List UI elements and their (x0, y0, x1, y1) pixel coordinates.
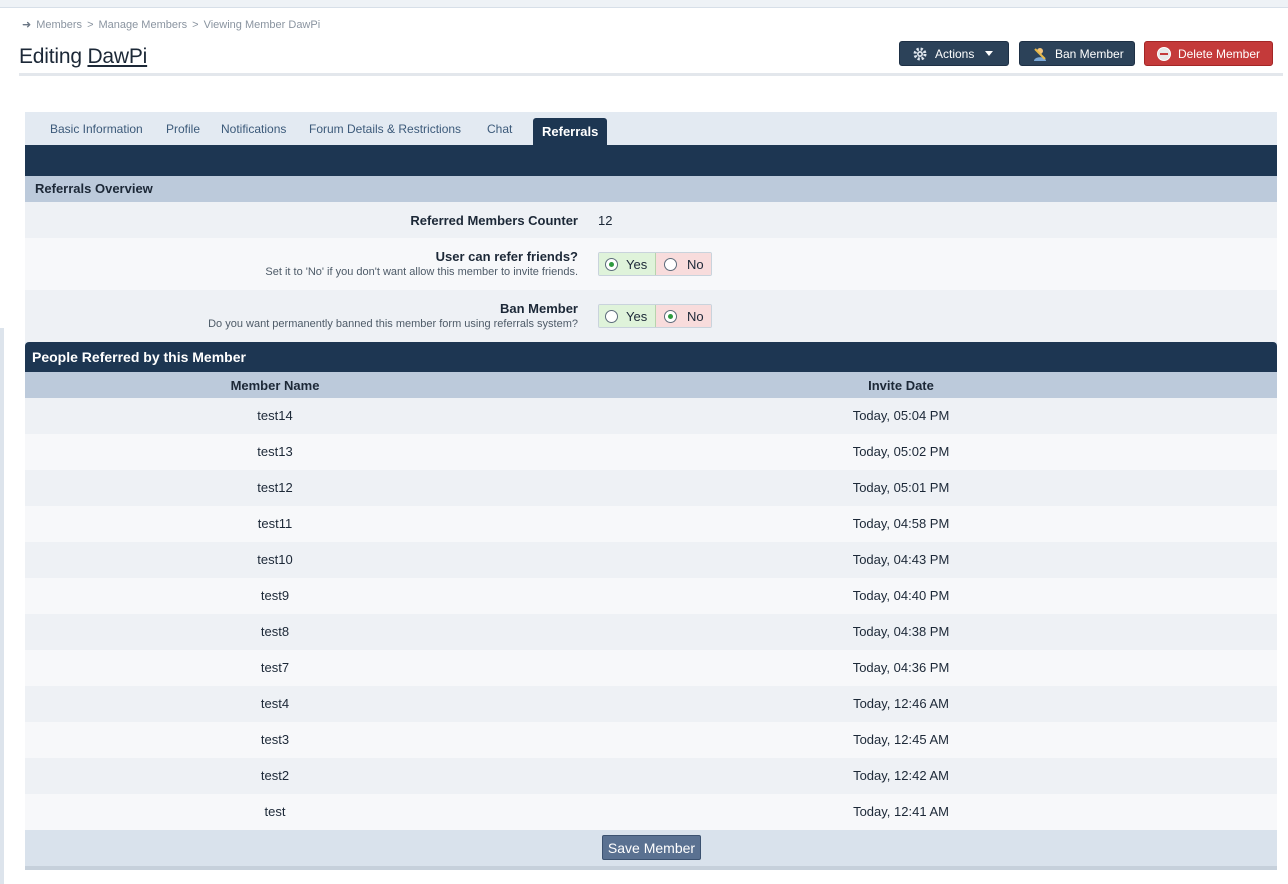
member-name-cell[interactable]: test (25, 804, 525, 819)
refer-friends-yes-radio[interactable] (605, 257, 618, 271)
no-label: No (687, 256, 704, 272)
invite-date-cell: Today, 12:41 AM (853, 804, 949, 819)
ban-referrals-row: Ban Member Do you want permanently banne… (25, 290, 1277, 342)
table-row: test10 Today, 04:43 PM (25, 542, 1277, 578)
table-row: test7 Today, 04:36 PM (25, 650, 1277, 686)
member-name-cell[interactable]: test3 (25, 732, 525, 747)
refer-friends-label: User can refer friends? (435, 249, 578, 264)
table-row: test11 Today, 04:58 PM (25, 506, 1277, 542)
refer-friends-row: User can refer friends? Set it to 'No' i… (25, 238, 1277, 290)
breadcrumb-current: Viewing Member DawPi (203, 18, 321, 31)
breadcrumb-separator: > (87, 18, 94, 31)
member-name-cell[interactable]: test2 (25, 768, 525, 783)
no-label: No (687, 308, 704, 324)
ban-member-yes-option[interactable]: Yes (599, 305, 656, 327)
member-name-cell[interactable]: test13 (25, 444, 525, 459)
member-name-cell[interactable]: test14 (25, 408, 525, 423)
ban-member-no-radio[interactable] (664, 309, 677, 323)
invite-date-cell: Today, 04:43 PM (852, 552, 950, 567)
referrals-overview-heading: Referrals Overview (25, 176, 1277, 202)
ban-member-field-label: Ban Member (499, 301, 578, 316)
refer-friends-toggle: Yes No (598, 252, 712, 276)
invite-date-cell: Today, 04:36 PM (852, 660, 950, 675)
actions-label: Actions (935, 46, 975, 61)
ban-member-no-option[interactable]: No (656, 305, 711, 327)
table-row: test3 Today, 12:45 AM (25, 722, 1277, 758)
top-strip (0, 0, 1288, 8)
member-name-cell[interactable]: test7 (25, 660, 525, 675)
invite-date-cell: Today, 04:40 PM (852, 588, 950, 603)
member-name-cell[interactable]: test12 (25, 480, 525, 495)
column-invite-date: Invite Date (868, 378, 934, 393)
tab-profile[interactable]: Profile (166, 122, 200, 136)
form-footer: Save Member (25, 830, 1277, 866)
column-member-name: Member Name (230, 378, 320, 393)
ban-member-toggle: Yes No (598, 304, 712, 328)
table-row: test14 Today, 05:04 PM (25, 398, 1277, 434)
refer-friends-no-radio[interactable] (664, 257, 677, 271)
panel-bottom-border (25, 866, 1277, 870)
delete-member-label: Delete Member (1177, 46, 1260, 61)
breadcrumb-arrow-icon: ➜ (22, 19, 32, 31)
delete-icon (1157, 46, 1171, 61)
save-member-button[interactable]: Save Member (602, 835, 701, 860)
breadcrumb-link-members[interactable]: Members (36, 19, 82, 31)
table-row: test Today, 12:41 AM (25, 794, 1277, 830)
refer-friends-yes-option[interactable]: Yes (599, 253, 656, 275)
invite-date-cell: Today, 04:38 PM (852, 624, 950, 639)
breadcrumb: ➜ Members > Manage Members > Viewing Mem… (22, 18, 321, 32)
table-row: test8 Today, 04:38 PM (25, 614, 1277, 650)
referred-table-header: Member Name Invite Date (25, 372, 1277, 398)
delete-member-button[interactable]: Delete Member (1144, 41, 1273, 66)
refer-friends-no-option[interactable]: No (656, 253, 711, 275)
title-divider (19, 73, 1283, 76)
member-name-cell[interactable]: test4 (25, 696, 525, 711)
gear-icon (912, 46, 928, 62)
breadcrumb-separator: > (192, 18, 199, 31)
table-row: test4 Today, 12:46 AM (25, 686, 1277, 722)
member-name-link[interactable]: DawPi (87, 45, 147, 68)
invite-date-cell: Today, 04:58 PM (852, 516, 950, 531)
table-row: test2 Today, 12:42 AM (25, 758, 1277, 794)
tab-notifications[interactable]: Notifications (221, 122, 286, 136)
yes-label: Yes (626, 308, 648, 324)
invite-date-cell: Today, 12:42 AM (853, 768, 949, 783)
tab-content-header (25, 145, 1277, 176)
invite-date-cell: Today, 12:45 AM (853, 732, 949, 747)
ban-member-yes-radio[interactable] (605, 309, 618, 323)
member-name-cell[interactable]: test10 (25, 552, 525, 567)
yes-label: Yes (626, 256, 648, 272)
invite-date-cell: Today, 12:46 AM (853, 696, 949, 711)
table-row: test13 Today, 05:02 PM (25, 434, 1277, 470)
invite-date-cell: Today, 05:04 PM (852, 408, 950, 423)
table-row: test9 Today, 04:40 PM (25, 578, 1277, 614)
member-name-cell[interactable]: test11 (25, 516, 525, 531)
left-edge (0, 328, 4, 884)
tab-basic-information[interactable]: Basic Information (50, 122, 143, 136)
actions-button[interactable]: Actions (899, 41, 1009, 66)
counter-label: Referred Members Counter (410, 213, 578, 228)
ban-member-description: Do you want permanently banned this memb… (208, 318, 578, 330)
member-name-cell[interactable]: test8 (25, 624, 525, 639)
ban-member-label: Ban Member (1055, 46, 1124, 61)
ban-user-icon (1032, 46, 1048, 62)
counter-row: Referred Members Counter 12 (25, 202, 1277, 238)
tab-chat[interactable]: Chat (487, 122, 512, 136)
table-row: test12 Today, 05:01 PM (25, 470, 1277, 506)
breadcrumb-link-manage-members[interactable]: Manage Members (99, 19, 188, 31)
invite-date-cell: Today, 05:01 PM (852, 480, 950, 495)
page-title-prefix: Editing (19, 45, 82, 68)
chevron-down-icon (985, 51, 994, 56)
invite-date-cell: Today, 05:02 PM (852, 444, 950, 459)
ban-member-button[interactable]: Ban Member (1019, 41, 1135, 66)
tab-forum-details[interactable]: Forum Details & Restrictions (309, 122, 461, 136)
referred-members-heading: People Referred by this Member (25, 342, 1277, 372)
refer-friends-description: Set it to 'No' if you don't want allow t… (265, 266, 578, 278)
tab-referrals[interactable]: Referrals (533, 118, 608, 145)
tab-bar: Basic Information Profile Notifications … (25, 112, 1277, 145)
member-name-cell[interactable]: test9 (25, 588, 525, 603)
counter-value: 12 (598, 213, 613, 228)
page-title: Editing DawPi (19, 45, 147, 69)
